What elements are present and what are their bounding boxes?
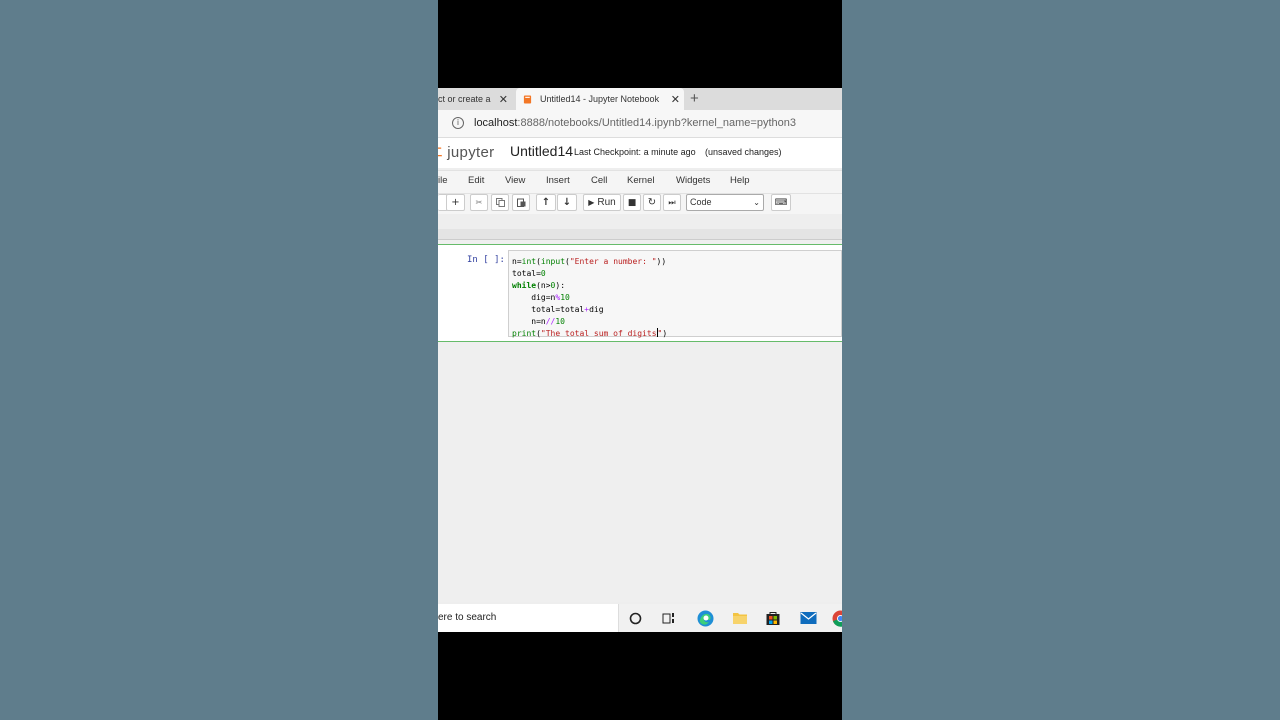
copy-icon [495, 198, 505, 207]
menu-insert[interactable]: Insert [546, 175, 570, 186]
fast-forward-icon: ⏭ [668, 197, 676, 207]
new-tab-button[interactable]: + [690, 90, 699, 107]
desktop-screen: ct or create a ✕ Untitled14 - Jupyter No… [438, 88, 842, 632]
tab-label: Untitled14 - Jupyter Notebook [540, 94, 660, 104]
interrupt-button[interactable]: ■ [623, 194, 641, 211]
code-cell[interactable]: In [ ]: n=int(input("Enter a number: "))… [438, 244, 842, 342]
address-bar[interactable]: i localhost:8888/notebooks/Untitled14.ip… [438, 110, 842, 138]
edge-browser-icon[interactable] [696, 609, 714, 627]
right-background [842, 0, 1280, 720]
menu-edit[interactable]: Edit [468, 175, 484, 186]
paste-button[interactable] [512, 194, 530, 211]
keyboard-icon: ⌨ [774, 197, 788, 208]
arrow-down-icon: ↓ [562, 197, 572, 208]
plus-icon: + [451, 197, 460, 208]
menu-kernel[interactable]: Kernel [627, 175, 654, 186]
store-icon[interactable] [764, 609, 782, 627]
code-editor[interactable]: n=int(input("Enter a number: ")) total=0… [508, 250, 842, 338]
copy-button[interactable] [491, 194, 509, 211]
restart-icon: ↻ [647, 197, 657, 208]
left-background [0, 0, 438, 720]
browser-tab-previous[interactable]: ct or create a ✕ [438, 88, 514, 110]
cell-type-value: Code [690, 197, 712, 207]
menu-view[interactable]: View [505, 175, 525, 186]
close-icon[interactable]: ✕ [671, 93, 680, 106]
cortana-icon[interactable] [626, 609, 644, 627]
menu-cell[interactable]: Cell [591, 175, 607, 186]
chrome-icon[interactable] [831, 609, 842, 627]
notebook-title[interactable]: Untitled14 [510, 143, 573, 159]
scissors-icon: ✂ [475, 198, 483, 207]
chevron-down-icon: ⌄ [753, 198, 760, 207]
task-view-icon[interactable] [660, 609, 678, 627]
arrow-up-icon: ↑ [541, 197, 551, 208]
browser-tab-strip: ct or create a ✕ Untitled14 - Jupyter No… [438, 88, 842, 110]
paste-icon [516, 198, 525, 207]
cut-button[interactable]: ✂ [470, 194, 488, 211]
jupyter-header: ﾆ jupyter Untitled14 Last Checkpoint: a … [438, 138, 842, 168]
move-down-button[interactable]: ↓ [557, 194, 577, 211]
checkpoint-time: a minute ago [643, 147, 696, 157]
run-label: Run [597, 197, 616, 208]
jupyter-logo-icon: ﾆ [438, 144, 443, 161]
play-icon: ▶ [588, 198, 595, 207]
browser-tab-active[interactable]: Untitled14 - Jupyter Notebook ✕ [516, 88, 684, 110]
restart-run-all-button[interactable]: ⏭ [663, 194, 681, 211]
url-text[interactable]: localhost:8888/notebooks/Untitled14.ipyn… [474, 117, 796, 129]
close-icon[interactable]: ✕ [499, 93, 508, 106]
menu-file[interactable]: ile [438, 175, 448, 186]
mail-icon[interactable] [799, 609, 817, 627]
run-button[interactable]: ▶ Run [583, 194, 621, 211]
notebook-icon [523, 94, 532, 104]
search-placeholder: ere to search [438, 612, 497, 623]
cell-type-select[interactable]: Code ⌄ [686, 194, 764, 211]
taskbar-search[interactable]: ere to search [438, 604, 619, 632]
stop-icon: ■ [627, 197, 637, 208]
video-frame: ct or create a ✕ Untitled14 - Jupyter No… [438, 0, 842, 720]
checkpoint-label: Last Checkpoint: [574, 147, 642, 157]
input-prompt: In [ ]: [467, 255, 505, 265]
move-up-button[interactable]: ↑ [536, 194, 556, 211]
file-explorer-icon[interactable] [731, 609, 749, 627]
info-icon[interactable]: i [452, 117, 464, 129]
command-palette-button[interactable]: ⌨ [771, 194, 791, 211]
jupyter-logo-text: jupyter [447, 144, 495, 161]
url-path: :8888/notebooks/Untitled14.ipynb?kernel_… [517, 117, 796, 129]
menu-help[interactable]: Help [730, 175, 750, 186]
jupyter-logo[interactable]: ﾆ jupyter [438, 141, 494, 162]
tab-label: ct or create a [438, 94, 491, 104]
code-text: n=int(input("Enter a number: ")) total=0… [512, 257, 668, 338]
windows-taskbar: ere to search [438, 604, 842, 632]
menu-widgets[interactable]: Widgets [676, 175, 710, 186]
restart-button[interactable]: ↻ [643, 194, 661, 211]
notebook-header-separator [438, 229, 842, 240]
notebook-toolbar: + ✂ ↑ ↓ ▶ Run ■ ↻ ⏭ Code ⌄ ⌨ [438, 194, 842, 214]
menu-bar: ile Edit View Insert Cell Kernel Widgets… [438, 170, 842, 194]
unsaved-indicator: (unsaved changes) [705, 147, 782, 157]
insert-cell-button[interactable]: + [446, 194, 465, 211]
notebook-area: In [ ]: n=int(input("Enter a number: "))… [438, 240, 842, 602]
checkpoint-status: Last Checkpoint: a minute ago [574, 147, 696, 157]
url-host: localhost [474, 117, 518, 129]
